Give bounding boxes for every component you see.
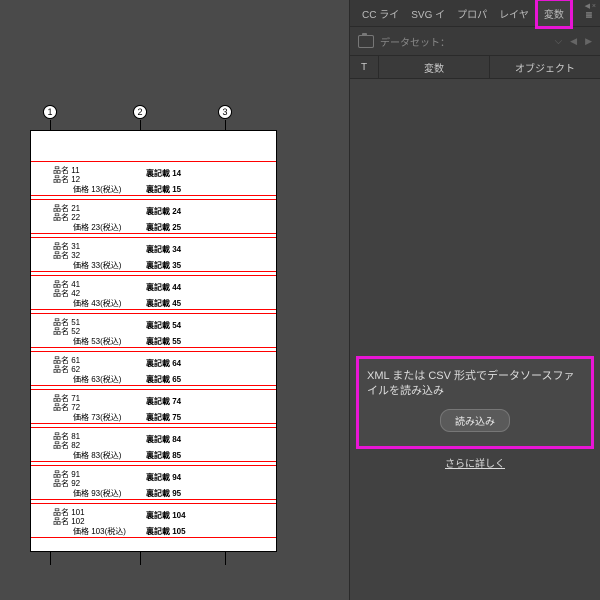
cell-price: 価格 13(税込)	[73, 184, 121, 195]
cell-price: 価格 53(税込)	[73, 336, 121, 347]
cell-back1: 裏記載 84	[146, 434, 181, 445]
cell-back1: 裏記載 44	[146, 282, 181, 293]
panel-menu-icon[interactable]: ≡	[584, 8, 594, 22]
cell-price: 価格 23(税込)	[73, 222, 121, 233]
marker-3: 3	[218, 105, 232, 119]
tab-properties[interactable]: プロパ	[451, 1, 493, 26]
cell-back2: 裏記載 15	[146, 184, 181, 195]
dataset-row: データセット： ⌵ ◀ ▶	[350, 27, 600, 56]
cell-price: 価格 93(税込)	[73, 488, 121, 499]
cell-back1: 裏記載 104	[146, 510, 186, 521]
cell-price: 価格 63(税込)	[73, 374, 121, 385]
cell-price: 価格 33(税込)	[73, 260, 121, 271]
document-canvas[interactable]: 品名 11品名 12価格 13(税込)裏記載 14裏記載 15品名 21品名 2…	[30, 130, 277, 552]
learn-more-link[interactable]: さらに詳しく	[350, 455, 600, 470]
cell-back1: 裏記載 14	[146, 168, 181, 179]
cell-back2: 裏記載 75	[146, 412, 181, 423]
cell-back1: 裏記載 54	[146, 320, 181, 331]
import-box: XML または CSV 形式でデータソースファイルを読み込み 読み込み	[356, 356, 594, 449]
prev-dataset-icon[interactable]: ◀	[570, 36, 577, 47]
cell-back1: 裏記載 94	[146, 472, 181, 483]
cell-back1: 裏記載 34	[146, 244, 181, 255]
variables-panel: ◀ × CC ライ SVG イ プロパ レイヤ 変数 ≡ データセット： ⌵ ◀…	[349, 0, 600, 600]
dataset-label: データセット：	[380, 34, 450, 49]
cell-back2: 裏記載 105	[146, 526, 186, 537]
col-object[interactable]: オブジェクト	[490, 56, 600, 78]
marker-2: 2	[133, 105, 147, 119]
tab-variables[interactable]: 変数	[535, 0, 573, 29]
next-dataset-icon[interactable]: ▶	[585, 36, 592, 47]
tab-svg[interactable]: SVG イ	[405, 1, 451, 26]
cell-price: 価格 43(税込)	[73, 298, 121, 309]
cell-price: 価格 73(税込)	[73, 412, 121, 423]
tab-cc-libraries[interactable]: CC ライ	[356, 1, 405, 26]
column-markers: 1 2 3	[30, 105, 275, 130]
cell-back1: 裏記載 64	[146, 358, 181, 369]
col-variable[interactable]: 変数	[379, 56, 490, 78]
cell-back2: 裏記載 25	[146, 222, 181, 233]
cell-back2: 裏記載 65	[146, 374, 181, 385]
cell-price: 価格 83(税込)	[73, 450, 121, 461]
cell-back2: 裏記載 45	[146, 298, 181, 309]
cell-back2: 裏記載 55	[146, 336, 181, 347]
chevron-down-icon[interactable]: ⌵	[555, 36, 563, 47]
cell-back2: 裏記載 95	[146, 488, 181, 499]
tab-layers[interactable]: レイヤ	[493, 1, 535, 26]
cell-back2: 裏記載 35	[146, 260, 181, 271]
cell-back1: 裏記載 74	[146, 396, 181, 407]
cell-back1: 裏記載 24	[146, 206, 181, 217]
import-text: XML または CSV 形式でデータソースファイルを読み込み	[367, 369, 583, 399]
cell-back2: 裏記載 85	[146, 450, 181, 461]
column-headers: T 変数 オブジェクト	[350, 56, 600, 79]
panel-tabs: CC ライ SVG イ プロパ レイヤ 変数 ≡	[350, 0, 600, 27]
marker-1: 1	[43, 105, 57, 119]
camera-icon[interactable]	[358, 35, 374, 48]
col-type[interactable]: T	[350, 56, 379, 78]
cell-price: 価格 103(税込)	[73, 526, 126, 537]
import-button[interactable]: 読み込み	[440, 409, 510, 432]
